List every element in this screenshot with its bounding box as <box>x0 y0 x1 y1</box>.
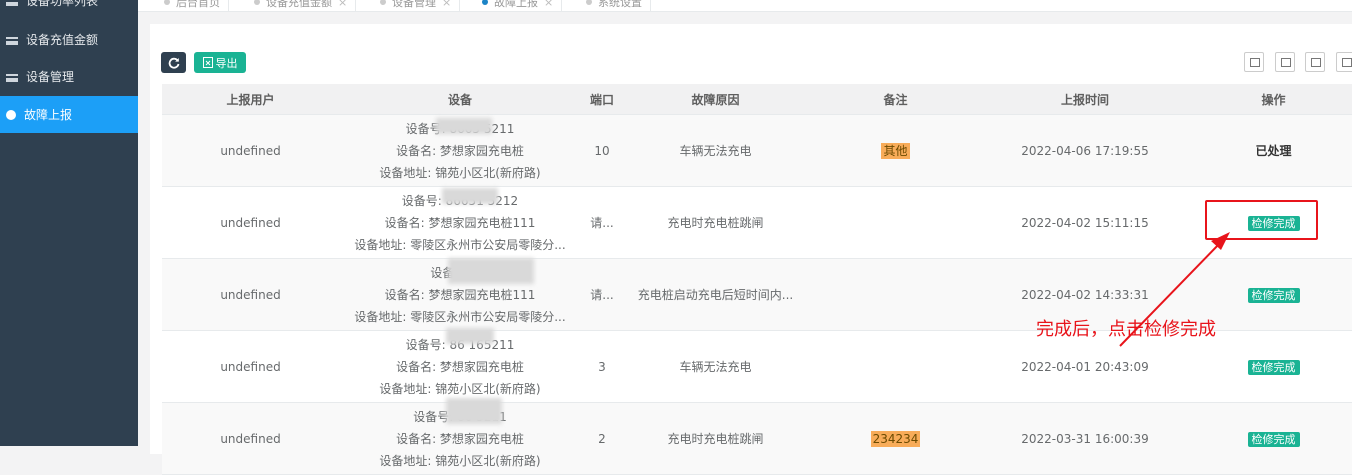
annotation-text: 完成后，点击检修完成 <box>1036 319 1216 340</box>
annotation-arrow <box>1119 232 1230 347</box>
device-address: 设备地址: 锦苑小区北(新府路) <box>379 453 541 468</box>
